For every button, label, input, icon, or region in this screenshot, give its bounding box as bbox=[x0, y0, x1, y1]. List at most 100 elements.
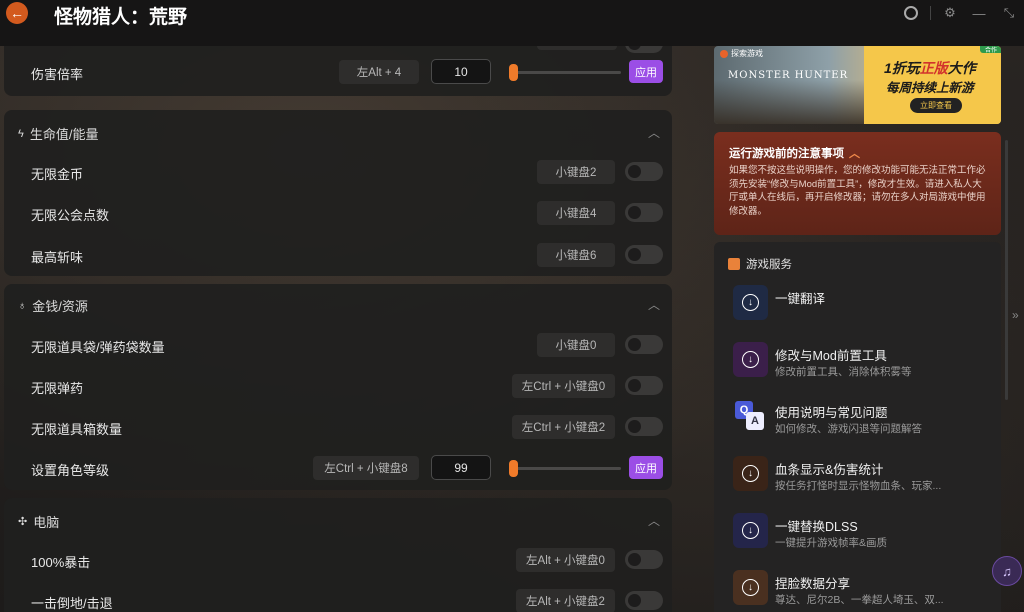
service-name: 一键替换DLSS bbox=[775, 520, 858, 534]
app-title: 怪物猎人：荒野 bbox=[54, 6, 188, 28]
character-level-input[interactable]: 99 bbox=[431, 455, 491, 480]
cheat-label: 无限金币 bbox=[31, 167, 84, 182]
infinite-item-box-toggle[interactable] bbox=[625, 417, 663, 436]
section-header[interactable]: ✣ 电脑 bbox=[18, 512, 59, 531]
chevron-up-icon[interactable]: ︿ bbox=[648, 512, 660, 529]
arrow-left-icon: ← bbox=[10, 5, 24, 21]
cheat-label: 无限道具箱数量 bbox=[31, 422, 123, 437]
hotkey-badge: 左Alt + 4 bbox=[339, 60, 419, 84]
section-header[interactable]: ϟ 生命值/能量 bbox=[18, 124, 98, 143]
section-title: 金钱/资源 bbox=[32, 299, 88, 314]
cheat-label: 一击倒地/击退 bbox=[31, 596, 113, 611]
service-item-face-data[interactable]: ↓ 捏脸数据分享 尊达、尼尔2B、一拳超人埼玉、双... bbox=[733, 570, 993, 612]
crit-toggle[interactable] bbox=[625, 550, 663, 569]
hotkey-badge: 左Ctrl + 小键盘8 bbox=[313, 456, 419, 480]
lightning-icon: ϟ bbox=[18, 127, 24, 140]
knockdown-toggle[interactable] bbox=[625, 591, 663, 610]
promo-banner[interactable]: 探索游戏 MONSTER HUNTER 1折玩正版大作 每周持续上新游 立即查看… bbox=[714, 46, 1001, 124]
chevron-up-icon[interactable]: ︿ bbox=[648, 124, 660, 141]
section-header[interactable]: ♁ 金钱/资源 bbox=[18, 296, 88, 315]
chevron-up-icon[interactable]: ︿ bbox=[849, 145, 860, 161]
apply-button[interactable]: 应用 bbox=[629, 456, 663, 479]
cheat-label: 最高斩味 bbox=[31, 250, 84, 265]
banner-title-suffix: 大作 bbox=[947, 60, 976, 76]
service-name: 修改与Mod前置工具 bbox=[775, 349, 887, 363]
banner-title-highlight: 正版 bbox=[919, 60, 948, 76]
cheat-label: 无限道具袋/弹药袋数量 bbox=[31, 340, 165, 355]
download-circle-icon: ↓ bbox=[733, 342, 768, 377]
section-title: 电脑 bbox=[33, 515, 60, 530]
hotkey-badge: 小键盘0 bbox=[537, 333, 615, 357]
character-level-slider[interactable] bbox=[509, 467, 621, 470]
back-button[interactable]: ← bbox=[6, 2, 28, 24]
chevron-up-icon[interactable]: ︿ bbox=[648, 296, 660, 313]
cheat-label: 无限公会点数 bbox=[31, 208, 110, 223]
cheat-row-infinite-guild-points: 无限公会点数 小键盘4 bbox=[4, 198, 672, 228]
slider-thumb[interactable] bbox=[509, 64, 518, 81]
toggle-hidden[interactable] bbox=[625, 46, 663, 53]
cheat-row-set-character-level: 设置角色等级 左Ctrl + 小键盘8 99 应用 bbox=[4, 453, 672, 483]
service-item-dlss[interactable]: ↓ 一键替换DLSS 一键提升游戏帧率&画质 bbox=[733, 513, 993, 557]
infinite-item-pouch-toggle[interactable] bbox=[625, 335, 663, 354]
banner-tag: 合作 bbox=[980, 46, 1001, 54]
slider-thumb[interactable] bbox=[509, 460, 518, 477]
hotkey-badge: 左Ctrl + 小键盘2 bbox=[512, 415, 615, 439]
gear-icon: ⚙ bbox=[944, 5, 956, 20]
banner-artwork bbox=[714, 80, 864, 124]
service-item-translate[interactable]: ↓ 一键翻译 bbox=[733, 285, 993, 329]
cheat-row-infinite-ammo: 无限弹药 左Ctrl + 小键盘0 bbox=[4, 371, 672, 401]
service-desc: 如何修改、游戏闪退等问题解答 bbox=[775, 423, 922, 435]
service-desc: 按任务打怪时显示怪物血条、玩家... bbox=[775, 480, 942, 492]
notice-body: 如果您不按这些说明操作，您的修改功能可能无法正常工作必须先安装“修改与Mod前置… bbox=[729, 165, 986, 217]
minimize-button[interactable]: — bbox=[970, 4, 988, 22]
side-panel-scrollbar[interactable] bbox=[1005, 140, 1008, 400]
cheat-row-infinite-item-pouch: 无限道具袋/弹药袋数量 小键盘0 bbox=[4, 330, 672, 360]
service-desc: 一键提升游戏帧率&画质 bbox=[775, 537, 888, 549]
banner-badge: 探索游戏 bbox=[720, 48, 763, 59]
service-item-faq[interactable]: Q A 使用说明与常见问题 如何修改、游戏闪退等问题解答 bbox=[733, 399, 993, 443]
infinite-gold-toggle[interactable] bbox=[625, 162, 663, 181]
cheat-row-infinite-gold: 无限金币 小键盘2 bbox=[4, 157, 672, 187]
qa-icon: Q A bbox=[733, 399, 768, 434]
view-now-button[interactable]: 立即查看 bbox=[910, 98, 962, 113]
service-desc: 修改前置工具、消除体积雾等 bbox=[775, 366, 912, 378]
service-name: 捏脸数据分享 bbox=[775, 577, 851, 591]
service-name: 血条显示&伤害统计 bbox=[775, 463, 884, 477]
max-sharpness-toggle[interactable] bbox=[625, 245, 663, 264]
cheat-label: 伤害倍率 bbox=[31, 67, 84, 82]
close-button[interactable]: ⤡ bbox=[1000, 4, 1018, 22]
service-desc: 尊达、尼尔2B、一拳超人埼玉、双... bbox=[775, 594, 944, 606]
infinite-ammo-toggle[interactable] bbox=[625, 376, 663, 395]
section-money-resources: ♁ 金钱/资源 ︿ 无限道具袋/弹药袋数量 小键盘0 无限弹药 左Ctrl + … bbox=[4, 284, 672, 490]
hotkey-badge: 左Ctrl + 小键盘0 bbox=[512, 374, 615, 398]
banner-subtitle: 每周持续上新游 bbox=[886, 81, 974, 95]
cheat-list[interactable]: 伤害倍率 左Alt + 4 10 应用 ϟ 生命值/能量 ︿ 无限金币 小键盘2… bbox=[0, 46, 680, 612]
user-avatar-button[interactable] bbox=[902, 4, 920, 22]
cheat-row-max-sharpness: 最高斩味 小键盘6 bbox=[4, 240, 672, 270]
service-item-mod-tools[interactable]: ↓ 修改与Mod前置工具 修改前置工具、消除体积雾等 bbox=[733, 342, 993, 386]
damage-multiplier-input[interactable]: 10 bbox=[431, 59, 491, 84]
settings-button[interactable]: ⚙ bbox=[941, 4, 959, 22]
services-header: 游戏服务 bbox=[728, 256, 792, 272]
cheat-row-one-hit-knockdown: 一击倒地/击退 左Alt + 小键盘2 bbox=[4, 586, 672, 612]
hotkey-badge-hidden bbox=[537, 46, 617, 50]
download-circle-icon: ↓ bbox=[733, 513, 768, 548]
divider bbox=[930, 6, 931, 20]
headset-icon: ♫ bbox=[1002, 563, 1012, 579]
apply-button[interactable]: 应用 bbox=[629, 60, 663, 83]
cheat-row-infinite-item-box: 无限道具箱数量 左Ctrl + 小键盘2 bbox=[4, 412, 672, 442]
download-circle-icon: ↓ bbox=[733, 285, 768, 320]
chevron-right-icon[interactable]: » bbox=[1012, 308, 1019, 322]
damage-multiplier-slider[interactable] bbox=[509, 71, 621, 74]
infinite-guild-points-toggle[interactable] bbox=[625, 203, 663, 222]
section-title: 生命值/能量 bbox=[29, 127, 99, 142]
support-button[interactable]: ♫ bbox=[992, 556, 1022, 586]
notice-header[interactable]: 运行游戏前的注意事项 ︿ bbox=[729, 145, 860, 161]
game-logo: MONSTER HUNTER bbox=[728, 70, 849, 81]
download-circle-icon: ↓ bbox=[733, 456, 768, 491]
service-item-health-bar[interactable]: ↓ 血条显示&伤害统计 按任务打怪时显示怪物血条、玩家... bbox=[733, 456, 993, 500]
hotkey-badge: 左Alt + 小键盘2 bbox=[516, 589, 615, 612]
hotkey-badge: 小键盘6 bbox=[537, 243, 615, 267]
download-circle-icon: ↓ bbox=[733, 570, 768, 605]
cheat-label: 设置角色等级 bbox=[31, 463, 110, 478]
